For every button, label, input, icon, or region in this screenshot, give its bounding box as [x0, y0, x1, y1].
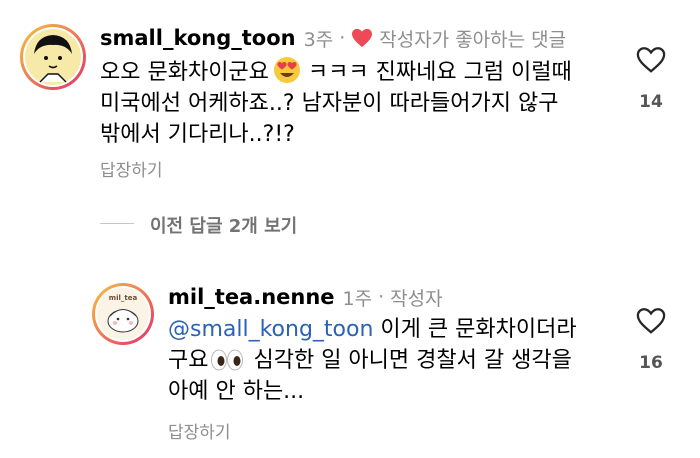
creator-liked-heart-icon	[352, 28, 373, 48]
comment-header: small_kong_toon 3주 · 작성자가 좋아하는 댓글	[100, 24, 566, 52]
reply-username[interactable]: mil_tea.nenne	[168, 285, 335, 309]
dot-separator: ·	[378, 286, 385, 308]
reply-header: mil_tea.nenne 1주 · 작성자	[168, 283, 443, 311]
comment-line-1-a: 오오 문화차이군요	[100, 60, 269, 85]
comment-text: 오오 문화차이군요 ㅋㅋㅋ 진짜네요 그럼 이럴때 미국에선 어케하죠..? 남…	[100, 56, 572, 150]
eyes-emoji-icon	[211, 349, 244, 371]
comment-line-1: 오오 문화차이군요 ㅋㅋㅋ 진짜네요 그럼 이럴때	[100, 56, 572, 88]
reply-line-2-b: 심각한 일 아니면 경찰서 갈 생각을	[246, 348, 572, 373]
commenter-avatar[interactable]	[20, 24, 86, 90]
avatar-cartoon-icon	[95, 286, 151, 342]
comment-line-3: 밖에서 기다리나..?!?	[100, 122, 295, 147]
dot-separator: ·	[339, 27, 346, 49]
reply-line-2-a: 구요	[168, 348, 209, 373]
comment-line-2: 미국에선 어케하죠..? 남자분이 따라들어가지 않구	[100, 91, 559, 116]
creator-liked-label: 작성자가 좋아하는 댓글	[379, 28, 567, 51]
reply-like-count: 16	[639, 353, 663, 373]
view-replies-divider	[100, 223, 134, 224]
mention-link[interactable]: @small_kong_toon	[168, 317, 373, 342]
comment-reply-button[interactable]: 답장하기	[100, 156, 163, 181]
reply-like-heart-icon[interactable]	[636, 307, 666, 335]
reply-line-2: 구요 심각한 일 아니면 경찰서 갈 생각을	[168, 345, 577, 376]
comment-username[interactable]: small_kong_toon	[100, 26, 296, 50]
reply-avatar[interactable]: mil_tea	[92, 283, 154, 345]
reply-line-3: 아예 안 하는...	[168, 379, 305, 404]
comment-like-count: 14	[639, 92, 663, 112]
reply-line-1: @small_kong_toon 이게 큰 문화차이더라	[168, 314, 577, 345]
avatar-caption: mil_tea	[108, 294, 138, 302]
reply-text: @small_kong_toon 이게 큰 문화차이더라 구요 심각한 일 아니…	[168, 314, 577, 407]
reply-reply-button[interactable]: 답장하기	[168, 418, 231, 443]
avatar-cartoon-icon	[23, 27, 83, 87]
reply-line-1-rest: 이게 큰 문화차이더라	[373, 317, 577, 342]
comment-line-1-b: ㅋㅋㅋ 진짜네요 그럼 이럴때	[300, 60, 572, 85]
view-replies-button[interactable]: 이전 답글 2개 보기	[150, 212, 297, 238]
author-badge: 작성자	[390, 287, 443, 310]
comment-like-heart-icon[interactable]	[636, 46, 666, 74]
heart-eyes-emoji-icon	[273, 57, 300, 83]
comment-age: 3주	[303, 28, 334, 51]
reply-age: 1주	[342, 287, 373, 310]
